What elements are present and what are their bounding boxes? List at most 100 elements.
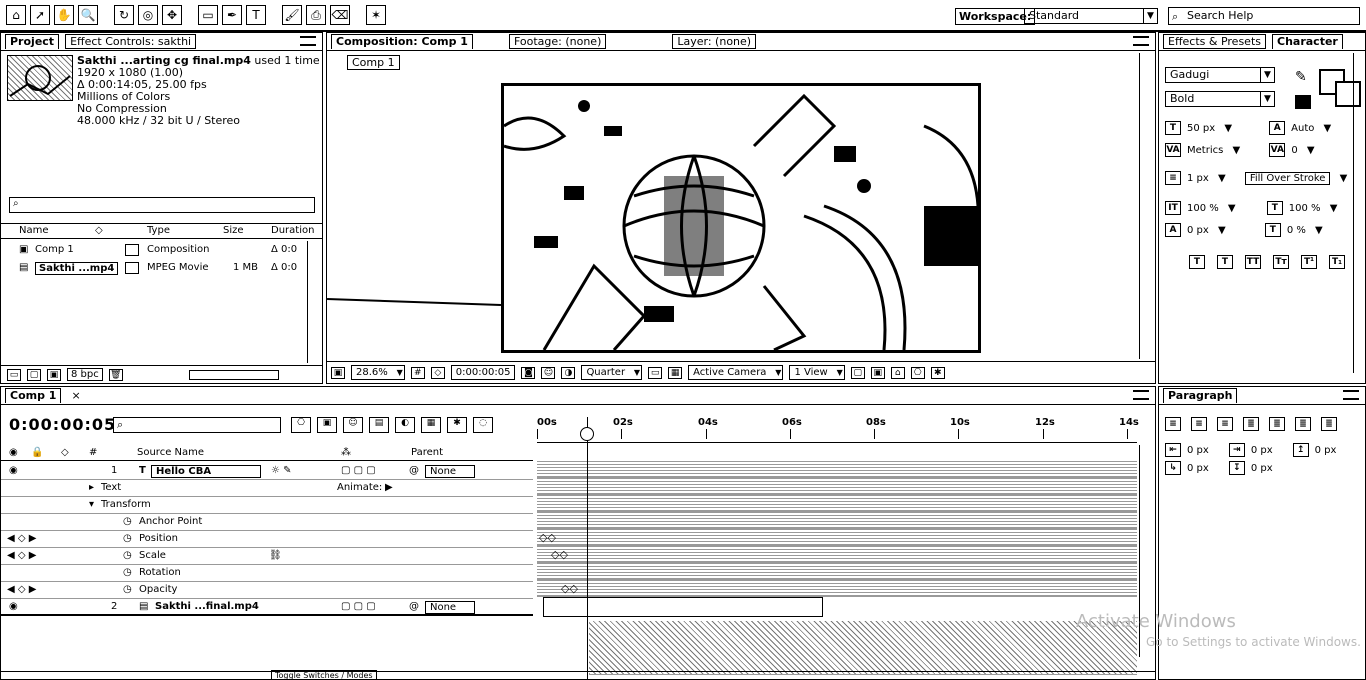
tab-character[interactable]: Character — [1272, 34, 1343, 49]
toggle-pixel-aspect-icon[interactable]: ▢ — [850, 366, 865, 379]
time-ruler[interactable]: 00s 02s 04s 06s 08s 10s 12s 14s — [537, 415, 1139, 443]
zoom-tool-icon[interactable]: 🔍 — [78, 5, 98, 25]
layer-track[interactable] — [537, 563, 1137, 580]
first-line-indent-value[interactable]: 0 px — [1187, 463, 1209, 474]
project-scrollbar[interactable] — [307, 241, 319, 363]
subscript-icon[interactable]: T₁ — [1329, 255, 1345, 269]
chevron-down-icon[interactable]: ▼ — [1336, 173, 1350, 184]
chevron-down-icon[interactable]: ▼ — [1312, 225, 1326, 236]
layer-track[interactable] — [537, 512, 1137, 529]
playhead-handle[interactable] — [580, 427, 594, 441]
tab-project[interactable]: Project — [5, 34, 60, 49]
panel-menu-icon[interactable] — [1343, 390, 1359, 400]
draft-3d-icon[interactable]: ▣ — [317, 417, 337, 433]
column-type[interactable]: Type — [147, 225, 170, 236]
exposure-icon[interactable]: ✱ — [930, 366, 945, 379]
keyframe-nav-icon[interactable]: ◀ ◇ ▶ — [7, 584, 36, 595]
column-parent[interactable]: Parent — [411, 447, 443, 458]
timeline-search-input[interactable]: ⌕ — [113, 417, 281, 433]
column-name[interactable]: Name — [19, 225, 49, 236]
layer-track[interactable] — [537, 495, 1137, 512]
eye-icon[interactable]: ◉ — [9, 465, 18, 476]
all-caps-icon[interactable]: TT — [1245, 255, 1261, 269]
parent-select[interactable]: None — [425, 601, 476, 614]
tab-layer[interactable]: Layer: (none) — [672, 34, 757, 49]
new-folder-icon[interactable]: ▢ — [27, 368, 41, 381]
layer-track[interactable]: ◇◇ — [537, 529, 1137, 546]
rotate-tool-icon[interactable]: ↻ — [114, 5, 134, 25]
character-scrollbar[interactable] — [1353, 53, 1365, 373]
layer-track[interactable] — [537, 461, 1137, 478]
stopwatch-icon[interactable]: ◷ — [123, 550, 132, 561]
toggle-switches-button[interactable]: Toggle Switches / Modes — [271, 670, 377, 679]
motion-blur-icon[interactable]: ◐ — [395, 417, 415, 433]
label-color-swatch[interactable] — [125, 244, 139, 256]
eraser-tool-icon[interactable]: ⌫ — [330, 5, 350, 25]
resolution-select[interactable]: Quarter ▼ — [581, 365, 643, 380]
layer-track[interactable] — [537, 478, 1137, 495]
workspace-select[interactable]: Standard ▼ — [1024, 8, 1158, 24]
comp-navigator-chip[interactable]: Comp 1 — [347, 55, 400, 70]
keyframe-icon[interactable]: ◇◇ — [561, 582, 578, 595]
tab-paragraph[interactable]: Paragraph — [1163, 388, 1238, 403]
pen-tool-icon[interactable]: ✒ — [222, 5, 242, 25]
always-preview-icon[interactable]: ▣ — [331, 366, 345, 379]
stroke-width-value[interactable]: 1 px — [1187, 173, 1209, 184]
superscript-icon[interactable]: T¹ — [1301, 255, 1317, 269]
chevron-down-icon[interactable]: ▼ — [1229, 145, 1243, 156]
indent-left-value[interactable]: 0 px — [1187, 445, 1209, 456]
keyframe-nav-icon[interactable]: ◀ ◇ ▶ — [7, 533, 36, 544]
shy-icon[interactable]: ☺ — [343, 417, 363, 433]
property-row[interactable]: ◷ Rotation — [1, 565, 533, 582]
property-row[interactable]: ◷ Anchor Point — [1, 514, 533, 531]
frame-blending-icon[interactable]: ▤ — [369, 417, 389, 433]
layer-row[interactable]: ◉ 2 ▤ Sakthi ...final.mp4 ▢ ▢ ▢ @ None — [1, 599, 533, 616]
tab-composition[interactable]: Composition: Comp 1 — [331, 34, 473, 49]
property-row[interactable]: ◀ ◇ ▶ ◷ Opacity — [1, 582, 533, 599]
black-swatch[interactable] — [1295, 95, 1311, 109]
region-of-interest-icon[interactable]: ▭ — [648, 366, 663, 379]
font-size-value[interactable]: 50 px — [1187, 123, 1215, 134]
vertical-scale-value[interactable]: 100 % — [1187, 203, 1219, 214]
show-snapshot-icon[interactable]: ☺ — [541, 366, 556, 379]
comp-mini-flowchart-icon[interactable]: ⎔ — [291, 417, 311, 433]
playhead[interactable] — [587, 417, 588, 679]
layer-mode-boxes[interactable]: ▢ ▢ ▢ — [341, 465, 376, 476]
layer-name[interactable]: Sakthi ...final.mp4 — [155, 601, 259, 612]
justify-center-icon[interactable]: ≣ — [1269, 417, 1285, 431]
stroke-mode-select[interactable]: Fill Over Stroke — [1244, 171, 1331, 185]
viewer-scrollbar[interactable] — [1139, 53, 1153, 359]
twirl-icon[interactable]: ▾ — [89, 499, 94, 510]
timeline-tracks[interactable]: ◇◇ ◇◇ ◇◇ — [537, 461, 1137, 675]
bit-depth-button[interactable]: 8 bpc — [67, 368, 103, 381]
camera-select[interactable]: Active Camera ▼ — [688, 365, 784, 380]
view-layout-select[interactable]: 1 View ▼ — [789, 365, 845, 380]
space-before-value[interactable]: 0 px — [1315, 445, 1337, 456]
panel-menu-icon[interactable] — [1133, 36, 1149, 46]
layer-row[interactable]: ◉ 1 T Hello CBA ☼ ✎ ▢ ▢ ▢ @ None — [1, 463, 533, 480]
justify-right-icon[interactable]: ≣ — [1295, 417, 1311, 431]
lock-icon[interactable]: 🔒 — [31, 447, 43, 458]
parent-pickwhip-icon[interactable]: @ — [409, 465, 419, 476]
delete-icon[interactable]: 🗑 — [108, 368, 123, 381]
keyframe-icon[interactable]: ◇◇ — [551, 548, 568, 561]
baseline-shift-value[interactable]: 0 px — [1187, 225, 1209, 236]
mask-toggle-icon[interactable]: ◇ — [430, 366, 445, 379]
selection-tool-icon[interactable]: ➚ — [30, 5, 50, 25]
panel-menu-icon[interactable] — [300, 36, 316, 46]
property-row[interactable]: ◀ ◇ ▶ ◷ Scale ⛓ — [1, 548, 533, 565]
keyframe-nav-icon[interactable]: ◀ ◇ ▶ — [7, 550, 36, 561]
switches-column-icon[interactable]: ⁂ — [341, 447, 351, 458]
composition-canvas[interactable] — [501, 83, 981, 353]
zoom-select[interactable]: 28.6% ▼ — [351, 365, 405, 380]
label-color-swatch[interactable] — [125, 262, 139, 274]
layer-duration-bar[interactable] — [543, 597, 823, 617]
tab-footage[interactable]: Footage: (none) — [508, 34, 607, 49]
hand-tool-icon[interactable]: ✋ — [54, 5, 74, 25]
chevron-down-icon[interactable]: ▼ — [1320, 123, 1334, 134]
eye-icon[interactable]: ◉ — [9, 447, 18, 458]
project-row[interactable]: ▤ Sakthi ...mp4 MPEG Movie 1 MB Δ 0:0 — [1, 259, 322, 277]
grid-toggle-icon[interactable]: # — [410, 366, 425, 379]
panel-menu-icon[interactable] — [1133, 390, 1149, 400]
space-after-value[interactable]: 0 px — [1251, 463, 1273, 474]
